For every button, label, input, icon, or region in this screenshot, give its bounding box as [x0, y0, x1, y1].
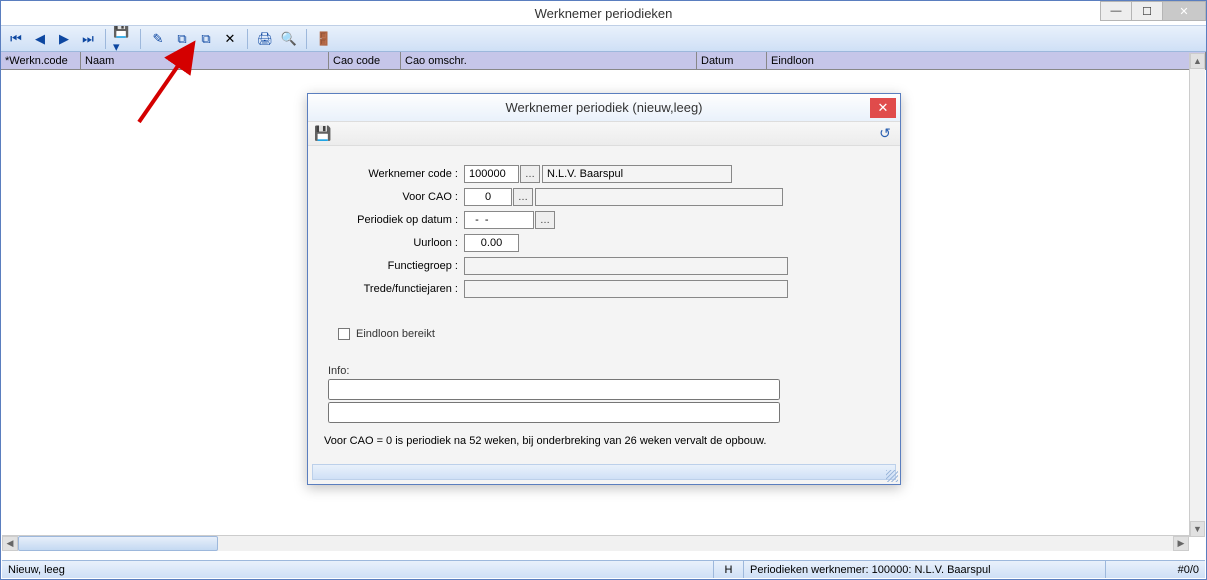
label-uurloon: Uurloon : [324, 237, 464, 249]
scroll-track[interactable] [18, 536, 1173, 551]
exit-icon[interactable]: 🚪 [313, 28, 335, 50]
window-title: Werknemer periodieken [1, 6, 1206, 21]
vertical-scrollbar[interactable]: ▲ ▼ [1189, 53, 1205, 537]
label-voor-cao: Voor CAO : [324, 191, 464, 203]
edit-icon[interactable]: ✎ [147, 28, 169, 50]
dialog-resize-handle[interactable] [886, 470, 898, 482]
horizontal-scrollbar[interactable]: ◀ ▶ [2, 535, 1189, 551]
input-trede [464, 280, 788, 298]
col-datum[interactable]: Datum [697, 52, 767, 69]
col-naam[interactable]: Naam [81, 52, 329, 69]
scroll-down-icon[interactable]: ▼ [1190, 521, 1205, 537]
checkbox-eindloon-bereikt[interactable] [338, 328, 350, 340]
status-count: #0/0 [1106, 561, 1205, 578]
close-button[interactable]: ✕ [1162, 1, 1206, 21]
input-functiegroep [464, 257, 788, 275]
label-functiegroep: Functiegroep : [324, 260, 464, 272]
dialog-hint: Voor CAO = 0 is periodiek na 52 weken, b… [324, 435, 884, 447]
label-info: Info: [328, 365, 884, 377]
dialog-footer [312, 464, 896, 480]
next-record-icon[interactable]: ▶ [53, 28, 75, 50]
first-record-icon[interactable]: ⏮ [5, 28, 27, 50]
delete-icon[interactable]: ✕ [219, 28, 241, 50]
dialog-titlebar: Werknemer periodiek (nieuw,leeg) ✕ [308, 94, 900, 122]
input-info-1[interactable] [328, 379, 780, 400]
input-info-2[interactable] [328, 402, 780, 423]
dialog-toolbar: 💾 ↺ [308, 122, 900, 146]
dialog-save-icon[interactable]: 💾 [314, 125, 332, 143]
lookup-werknemer-code[interactable]: … [520, 165, 540, 183]
dialog-title: Werknemer periodiek (nieuw,leeg) [505, 100, 702, 115]
display-cao-omschr [535, 188, 783, 206]
maximize-button[interactable]: ☐ [1131, 1, 1163, 21]
label-periodiek-datum: Periodiek op datum : [324, 214, 464, 226]
copy-icon[interactable]: ⧉ [171, 28, 193, 50]
status-left: Nieuw, leeg [2, 561, 714, 578]
lookup-datum[interactable]: … [535, 211, 555, 229]
print-icon[interactable]: 🖨 [254, 28, 276, 50]
save-dropdown-icon[interactable]: 💾▾ [112, 28, 134, 50]
col-cao-omschr[interactable]: Cao omschr. [401, 52, 697, 69]
preview-icon[interactable]: 🔍 [278, 28, 300, 50]
toolbar: ⏮ ◀ ▶ ⏭ 💾▾ ✎ ⧉ ⧉ ✕ 🖨 🔍 🚪 [1, 26, 1206, 52]
lookup-voor-cao[interactable]: … [513, 188, 533, 206]
label-trede: Trede/functiejaren : [324, 283, 464, 295]
status-bar: Nieuw, leeg H Periodieken werknemer: 100… [2, 560, 1205, 578]
label-werknemer-code: Werknemer code : [324, 168, 464, 180]
status-info: Periodieken werknemer: 100000: N.L.V. Ba… [744, 561, 1106, 578]
dialog-undo-icon[interactable]: ↺ [876, 125, 894, 143]
titlebar: Werknemer periodieken — ☐ ✕ [1, 1, 1206, 26]
status-h: H [714, 561, 744, 578]
col-werkn-code[interactable]: *Werkn.code [1, 52, 81, 69]
duplicate-icon[interactable]: ⧉ [195, 28, 217, 50]
scroll-left-icon[interactable]: ◀ [2, 536, 18, 551]
window-buttons: — ☐ ✕ [1101, 1, 1206, 21]
scroll-up-icon[interactable]: ▲ [1190, 53, 1205, 69]
display-werknemer-naam [542, 165, 732, 183]
grid-header: *Werkn.code Naam Cao code Cao omschr. Da… [1, 52, 1206, 70]
col-cao-code[interactable]: Cao code [329, 52, 401, 69]
main-window: Werknemer periodieken — ☐ ✕ ⏮ ◀ ▶ ⏭ 💾▾ ✎… [0, 0, 1207, 580]
dialog-body: Werknemer code : … Voor CAO : … Periodie… [308, 146, 900, 453]
input-werknemer-code[interactable] [464, 165, 519, 183]
input-uurloon[interactable] [464, 234, 519, 252]
input-voor-cao[interactable] [464, 188, 512, 206]
scroll-right-icon[interactable]: ▶ [1173, 536, 1189, 551]
dialog-close-button[interactable]: ✕ [870, 98, 896, 118]
dialog-werknemer-periodiek: Werknemer periodiek (nieuw,leeg) ✕ 💾 ↺ W… [307, 93, 901, 485]
minimize-button[interactable]: — [1100, 1, 1132, 21]
prev-record-icon[interactable]: ◀ [29, 28, 51, 50]
label-eindloon-bereikt: Eindloon bereikt [356, 328, 435, 340]
input-periodiek-datum[interactable] [464, 211, 534, 229]
col-eindloon[interactable]: Eindloon [767, 52, 1206, 69]
last-record-icon[interactable]: ⏭ [77, 28, 99, 50]
scroll-thumb[interactable] [18, 536, 218, 551]
